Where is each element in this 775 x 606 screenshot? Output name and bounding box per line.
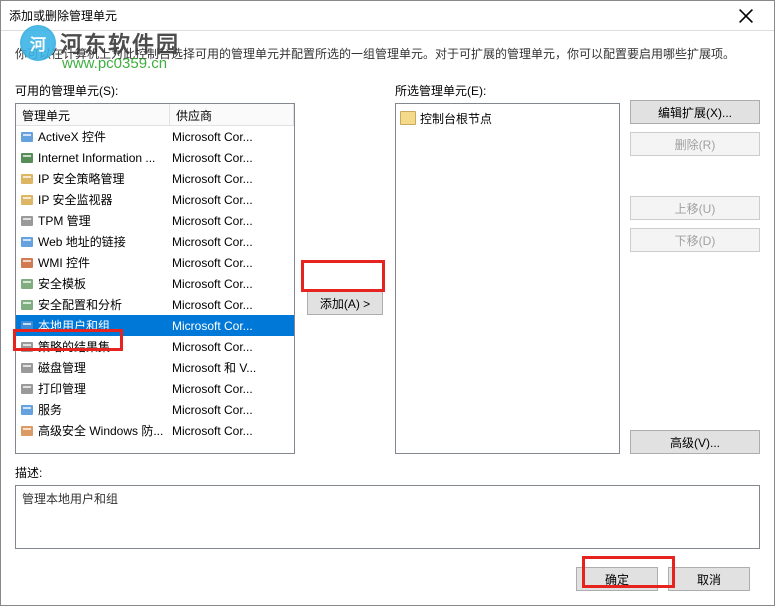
item-vendor: Microsoft Cor... (172, 382, 294, 396)
list-item[interactable]: WMI 控件Microsoft Cor... (16, 252, 294, 273)
item-vendor: Microsoft Cor... (172, 340, 294, 354)
description-section: 描述: 管理本地用户和组 (1, 460, 774, 559)
move-up-button[interactable]: 上移(U) (630, 196, 760, 220)
item-vendor: Microsoft Cor... (172, 424, 294, 438)
dialog-description: 你可以在计算机上为此控制台选择可用的管理单元并配置所选的一组管理单元。对于可扩展… (1, 31, 774, 82)
item-vendor: Microsoft Cor... (172, 277, 294, 291)
item-name: 磁盘管理 (38, 359, 172, 376)
list-item[interactable]: Internet Information ...Microsoft Cor... (16, 147, 294, 168)
list-item[interactable]: 高级安全 Windows 防...Microsoft Cor... (16, 420, 294, 441)
item-name: IP 安全策略管理 (38, 170, 172, 187)
item-vendor: Microsoft 和 V... (172, 359, 294, 376)
available-rows[interactable]: ActiveX 控件Microsoft Cor...Internet Infor… (16, 126, 294, 453)
list-item[interactable]: 本地用户和组Microsoft Cor... (16, 315, 294, 336)
list-item[interactable]: 服务Microsoft Cor... (16, 399, 294, 420)
item-name: IP 安全监视器 (38, 191, 172, 208)
available-header: 管理单元 供应商 (16, 104, 294, 126)
list-item[interactable]: TPM 管理Microsoft Cor... (16, 210, 294, 231)
item-name: 本地用户和组 (38, 317, 172, 334)
rsop-icon (18, 339, 36, 355)
users-icon (18, 318, 36, 334)
dialog-body: 可用的管理单元(S): 管理单元 供应商 ActiveX 控件Microsoft… (1, 82, 774, 460)
available-listbox[interactable]: 管理单元 供应商 ActiveX 控件Microsoft Cor...Inter… (15, 103, 295, 454)
item-name: 安全配置和分析 (38, 296, 172, 313)
item-name: 打印管理 (38, 380, 172, 397)
item-vendor: Microsoft Cor... (172, 319, 294, 333)
selected-label: 所选管理单元(E): (395, 82, 620, 99)
title-bar: 添加或删除管理单元 (1, 1, 774, 31)
list-item[interactable]: 安全模板Microsoft Cor... (16, 273, 294, 294)
item-name: 策略的结果集 (38, 338, 172, 355)
desc-text: 管理本地用户和组 (15, 485, 760, 549)
list-item[interactable]: 磁盘管理Microsoft 和 V... (16, 357, 294, 378)
advanced-button[interactable]: 高级(V)... (630, 430, 760, 454)
item-name: 安全模板 (38, 275, 172, 292)
web-icon (18, 234, 36, 250)
list-item[interactable]: IP 安全策略管理Microsoft Cor... (16, 168, 294, 189)
fw-icon (18, 423, 36, 439)
item-name: Web 地址的链接 (38, 233, 172, 250)
seccfg-icon (18, 297, 36, 313)
selected-item-label: 控制台根节点 (420, 110, 492, 127)
item-vendor: Microsoft Cor... (172, 130, 294, 144)
svc-icon (18, 402, 36, 418)
item-vendor: Microsoft Cor... (172, 151, 294, 165)
dialog-title: 添加或删除管理单元 (9, 7, 726, 24)
activex-icon (18, 129, 36, 145)
col-vendor[interactable]: 供应商 (170, 104, 294, 125)
item-name: 高级安全 Windows 防... (38, 422, 172, 439)
list-item[interactable]: IP 安全监视器Microsoft Cor... (16, 189, 294, 210)
item-vendor: Microsoft Cor... (172, 298, 294, 312)
folder-icon (400, 111, 416, 125)
print-icon (18, 381, 36, 397)
list-item[interactable]: Web 地址的链接Microsoft Cor... (16, 231, 294, 252)
dialog-footer: 确定 取消 (1, 559, 774, 605)
ipmon-icon (18, 192, 36, 208)
col-snapin[interactable]: 管理单元 (16, 104, 170, 125)
desc-label: 描述: (15, 464, 760, 481)
close-button[interactable] (726, 3, 766, 29)
item-vendor: Microsoft Cor... (172, 235, 294, 249)
item-vendor: Microsoft Cor... (172, 193, 294, 207)
wmi-icon (18, 255, 36, 271)
item-name: TPM 管理 (38, 212, 172, 229)
selected-listbox[interactable]: 控制台根节点 (395, 103, 620, 454)
remove-button[interactable]: 删除(R) (630, 132, 760, 156)
list-item[interactable]: 安全配置和分析Microsoft Cor... (16, 294, 294, 315)
item-name: Internet Information ... (38, 151, 172, 165)
item-name: WMI 控件 (38, 254, 172, 271)
cancel-button[interactable]: 取消 (668, 567, 750, 591)
item-name: 服务 (38, 401, 172, 418)
item-vendor: Microsoft Cor... (172, 214, 294, 228)
ok-button[interactable]: 确定 (576, 567, 658, 591)
available-panel: 可用的管理单元(S): 管理单元 供应商 ActiveX 控件Microsoft… (15, 82, 295, 454)
disk-icon (18, 360, 36, 376)
dialog-window: 添加或删除管理单元 河 河东软件园 www.pc0359.cn 你可以在计算机上… (0, 0, 775, 606)
item-vendor: Microsoft Cor... (172, 172, 294, 186)
close-icon (738, 8, 754, 24)
side-buttons: 编辑扩展(X)... 删除(R) 上移(U) 下移(D) 高级(V)... (630, 82, 760, 454)
move-down-button[interactable]: 下移(D) (630, 228, 760, 252)
right-panel: 所选管理单元(E): 控制台根节点 编辑扩展(X)... 删除(R) 上移(U)… (395, 82, 760, 454)
tpm-icon (18, 213, 36, 229)
item-name: ActiveX 控件 (38, 128, 172, 145)
selected-panel: 所选管理单元(E): 控制台根节点 (395, 82, 620, 454)
list-item[interactable]: ActiveX 控件Microsoft Cor... (16, 126, 294, 147)
list-item[interactable]: 打印管理Microsoft Cor... (16, 378, 294, 399)
selected-item[interactable]: 控制台根节点 (400, 108, 615, 128)
edit-extensions-button[interactable]: 编辑扩展(X)... (630, 100, 760, 124)
available-label: 可用的管理单元(S): (15, 82, 295, 99)
iis-icon (18, 150, 36, 166)
list-item[interactable]: 策略的结果集Microsoft Cor... (16, 336, 294, 357)
item-vendor: Microsoft Cor... (172, 256, 294, 270)
ipsec-icon (18, 171, 36, 187)
sectpl-icon (18, 276, 36, 292)
mid-panel: 添加(A) > (305, 82, 385, 454)
item-vendor: Microsoft Cor... (172, 403, 294, 417)
add-button[interactable]: 添加(A) > (307, 291, 383, 315)
